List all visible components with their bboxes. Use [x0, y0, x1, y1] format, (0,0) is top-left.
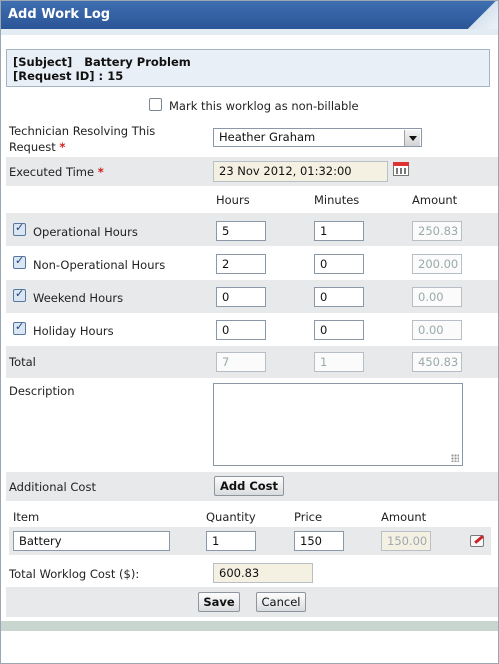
- cancel-button[interactable]: Cancel: [256, 592, 306, 612]
- cost-price-input[interactable]: 150: [294, 531, 344, 551]
- holiday-hours-checkbox[interactable]: [13, 320, 26, 335]
- total-amount-field: 450.83: [412, 352, 462, 372]
- weekend-hours-input[interactable]: 0: [216, 287, 266, 307]
- operational-hours-input[interactable]: 5: [216, 221, 266, 241]
- hours-header: Hours: [216, 193, 250, 207]
- title-bar: Add Work Log: [1, 1, 498, 29]
- holiday-hours-label: Holiday Hours: [33, 324, 114, 338]
- add-work-log-dialog: Add Work Log [Subject] Battery Problem [R…: [0, 0, 499, 664]
- technician-select-value: Heather Graham: [219, 130, 316, 144]
- resize-grip-icon[interactable]: [451, 454, 459, 462]
- executed-time-input[interactable]: 23 Nov 2012, 01:32:00: [213, 161, 388, 182]
- title-strip: [1, 29, 498, 35]
- total-cost-field: 600.83: [213, 563, 313, 583]
- non-operational-hours-checkbox[interactable]: [13, 254, 26, 269]
- cost-item-input[interactable]: Battery: [13, 531, 170, 551]
- operational-hours-checkbox[interactable]: [13, 221, 26, 236]
- actions-bar: [6, 587, 498, 617]
- non-operational-hours-label: Non-Operational Hours: [33, 258, 166, 272]
- request-id-label: [Request ID] :: [13, 69, 104, 83]
- item-header: Item: [13, 510, 40, 524]
- price-header: Price: [294, 510, 323, 524]
- total-cost-label: Total Worklog Cost ($):: [9, 567, 140, 581]
- total-hours-field: 7: [216, 352, 266, 372]
- weekend-hours-checkbox[interactable]: [13, 287, 26, 302]
- operational-hours-label: Operational Hours: [33, 225, 138, 239]
- amount-header: Amount: [412, 193, 458, 207]
- required-marker: *: [97, 165, 104, 179]
- delete-icon[interactable]: [470, 535, 484, 547]
- cost-quantity-input[interactable]: 1: [206, 531, 256, 551]
- chevron-down-icon[interactable]: [404, 130, 420, 146]
- technician-select[interactable]: Heather Graham: [213, 128, 422, 147]
- weekend-amount-field: 0.00: [412, 287, 462, 307]
- save-button[interactable]: Save: [198, 592, 240, 612]
- executed-time-label: Executed Time *: [9, 165, 104, 179]
- holiday-hours-input[interactable]: 0: [216, 320, 266, 340]
- non-billable-checkbox[interactable]: [149, 98, 162, 111]
- holiday-minutes-input[interactable]: 0: [314, 320, 364, 340]
- non-billable-label: Mark this worklog as non-billable: [169, 99, 359, 113]
- weekend-hours-label: Weekend Hours: [33, 291, 124, 305]
- technician-label: Technician Resolving This: [9, 124, 156, 138]
- quantity-header: Quantity: [206, 510, 256, 524]
- cost-amount-field: 150.00: [381, 531, 431, 551]
- footer-strip: [1, 621, 498, 631]
- minutes-header: Minutes: [314, 193, 360, 207]
- total-label: Total: [9, 355, 36, 369]
- subject-label: [Subject]: [13, 55, 73, 69]
- weekend-minutes-input[interactable]: 0: [314, 287, 364, 307]
- subject-value: Battery Problem: [84, 55, 191, 69]
- operational-amount-field: 250.83: [412, 221, 462, 241]
- description-label: Description: [9, 384, 75, 398]
- add-cost-button[interactable]: Add Cost: [214, 476, 284, 496]
- dialog-title: Add Work Log: [8, 7, 111, 22]
- description-textarea[interactable]: [213, 383, 463, 466]
- additional-cost-label: Additional Cost: [9, 480, 96, 494]
- subject-info-box: [Subject] Battery Problem [Request ID] : …: [6, 49, 490, 87]
- required-marker: *: [59, 140, 66, 154]
- operational-minutes-input[interactable]: 1: [314, 221, 364, 241]
- non-operational-amount-field: 200.00: [412, 254, 462, 274]
- technician-label-line2: Request *: [9, 140, 66, 154]
- total-minutes-field: 1: [314, 352, 364, 372]
- amount-header: Amount: [381, 510, 427, 524]
- non-operational-minutes-input[interactable]: 0: [314, 254, 364, 274]
- non-operational-hours-input[interactable]: 2: [216, 254, 266, 274]
- title-bar-corner: [458, 1, 498, 29]
- calendar-icon[interactable]: [393, 162, 409, 176]
- request-id-value: 15: [107, 69, 124, 83]
- holiday-amount-field: 0.00: [412, 320, 462, 340]
